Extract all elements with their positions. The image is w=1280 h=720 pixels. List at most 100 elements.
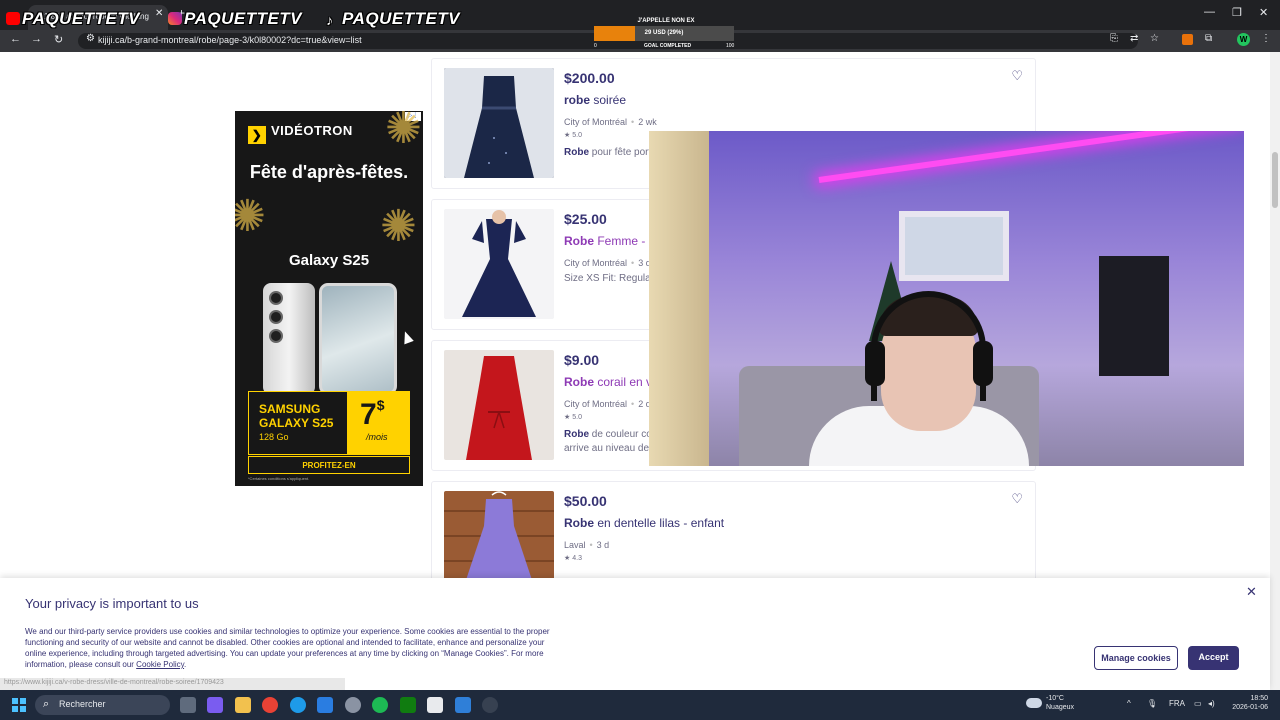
xbox-icon[interactable]: [400, 697, 416, 713]
extension-icon[interactable]: [1182, 34, 1193, 45]
chrome-icon[interactable]: [262, 697, 278, 713]
back-icon[interactable]: ←: [10, 33, 21, 45]
listing-desc-keyword: Robe: [564, 147, 589, 158]
close-icon[interactable]: ✕: [1246, 584, 1257, 600]
favorite-heart-icon[interactable]: ♡: [1011, 491, 1023, 507]
taskbar-search[interactable]: Rechercher: [35, 695, 170, 715]
ad-brand-text: VIDÉOTRON: [271, 123, 353, 138]
listing-price: $9.00: [564, 352, 600, 368]
cookie-policy-link[interactable]: Cookie Policy: [136, 660, 184, 669]
volume-icon[interactable]: ◂): [1208, 699, 1215, 708]
favorite-heart-icon[interactable]: ♡: [1011, 68, 1023, 84]
taskbar-clock[interactable]: 18:50 2026-01-06: [1226, 694, 1268, 712]
instagram-icon: [168, 12, 182, 25]
listing-rating: ★ 5.0: [564, 131, 582, 139]
extensions-puzzle-icon[interactable]: ⧉: [1205, 33, 1212, 44]
videotron-logo-icon: ❯: [248, 126, 266, 144]
settings-gear-icon[interactable]: [345, 697, 361, 713]
task-view-icon[interactable]: [180, 697, 196, 713]
profile-avatar[interactable]: W: [1237, 33, 1250, 46]
site-info-icon[interactable]: ⚙: [86, 33, 95, 44]
listing-thumbnail[interactable]: [444, 209, 554, 319]
ad-storage: 128 Go: [259, 432, 289, 442]
weather-widget[interactable]: -10°C Nuageux: [1046, 694, 1074, 712]
install-app-icon[interactable]: ⎘: [1110, 33, 1118, 44]
goal-max: 100: [726, 43, 735, 49]
weather-desc: Nuageux: [1046, 704, 1075, 711]
listing-title-rest: soirée: [590, 93, 627, 107]
page-scrollbar[interactable]: [1270, 52, 1280, 690]
firework-decoration: ✺: [235, 192, 266, 241]
instagram-handle: PAQUETTETV: [168, 9, 302, 29]
menu-kebab-icon[interactable]: ⋮: [1261, 33, 1271, 44]
ad-price-value: 7: [360, 398, 377, 431]
network-icon[interactable]: ▭: [1194, 699, 1202, 708]
listing-meta: City of Montréal • 2 d: [564, 399, 651, 409]
spotify-icon[interactable]: [372, 697, 388, 713]
file-explorer-icon[interactable]: [235, 697, 251, 713]
close-window-icon[interactable]: ✕: [1259, 6, 1268, 19]
listing-meta: Laval • 3 d: [564, 540, 610, 550]
search-icon: ⌕: [43, 698, 50, 710]
listing-age: 3 d: [596, 540, 610, 550]
listing-thumbnail[interactable]: [444, 68, 554, 178]
accept-button[interactable]: Accept: [1188, 646, 1239, 670]
listing-title[interactable]: Robe en dentelle lilas - enfant: [564, 516, 724, 530]
ad-offer-box: SAMSUNG GALAXY S25 128 Go 7$ /mois: [248, 391, 410, 455]
star-icon: ★: [564, 132, 571, 139]
phone-back-image: [263, 283, 315, 395]
minimize-icon[interactable]: —: [1204, 6, 1215, 18]
microphone-icon[interactable]: 🎙: [1147, 699, 1157, 708]
camera-lens: [269, 329, 283, 343]
phone-front-image: [319, 283, 397, 395]
ad-per-month: /mois: [366, 432, 388, 442]
tiktok-handle: ♪ PAQUETTETV: [326, 9, 460, 29]
ad-offer-line2: GALAXY S25: [259, 416, 334, 430]
tray-chevron-icon[interactable]: ^: [1127, 699, 1131, 708]
mail-icon[interactable]: [317, 697, 333, 713]
ad-cta-button[interactable]: PROFITEZ-EN: [248, 456, 410, 474]
scrollbar-thumb[interactable]: [1272, 152, 1278, 208]
television: [1099, 256, 1169, 376]
bookmark-star-icon[interactable]: ☆: [1150, 33, 1159, 44]
obs-icon[interactable]: [482, 697, 498, 713]
camera-lens: [269, 291, 283, 305]
store-icon[interactable]: [427, 697, 443, 713]
listing-location: Laval: [564, 540, 586, 550]
instagram-handle-text: PAQUETTETV: [184, 9, 303, 28]
status-bar-url: https://www.kijiji.ca/v-robe-dress/ville…: [0, 678, 345, 690]
listing-thumbnail[interactable]: [444, 350, 554, 460]
goal-min: 0: [594, 43, 597, 49]
listing-title[interactable]: Robe corail en vis: [564, 375, 661, 389]
webcam-overlay: [649, 131, 1244, 466]
red-dress-image: [444, 350, 554, 460]
listing-title[interactable]: robe soirée: [564, 93, 626, 107]
edge-icon[interactable]: [290, 697, 306, 713]
reload-icon[interactable]: ↻: [54, 33, 63, 46]
firework-decoration: ✺: [380, 202, 417, 251]
star-icon: ★: [564, 414, 571, 421]
language-indicator[interactable]: FRA: [1169, 699, 1185, 708]
youtube-handle-text: PAQUETTETV: [22, 9, 141, 28]
tab-close-icon[interactable]: ✕: [155, 8, 163, 19]
translate-icon[interactable]: ⇄: [1130, 33, 1138, 44]
listing-location: City of Montréal: [564, 399, 628, 409]
listing-desc-rest: pour fête port: [589, 147, 652, 158]
camera-lens: [269, 310, 283, 324]
cookie-body-text: We and our third-party service providers…: [25, 627, 550, 669]
clock-time: 18:50: [1250, 695, 1268, 702]
copilot-icon[interactable]: [207, 697, 223, 713]
listing-meta: City of Montréal • 2 wk: [564, 117, 657, 127]
listing-title-keyword: Robe: [564, 234, 594, 248]
maximize-icon[interactable]: ❐: [1232, 6, 1242, 19]
manage-cookies-button[interactable]: Manage cookies: [1094, 646, 1178, 670]
app-icon[interactable]: [455, 697, 471, 713]
listing-title-keyword: robe: [564, 93, 591, 107]
forward-icon[interactable]: →: [31, 33, 42, 45]
advertisement-banner[interactable]: ▷⋮ ✺ ✺ ✺ ❯ VIDÉOTRON Fête d'après-fêtes. …: [235, 111, 423, 486]
weather-temp: -10°C: [1046, 695, 1064, 702]
ad-offer-brand: SAMSUNG GALAXY S25 128 Go: [248, 391, 348, 455]
address-bar-url: kijiji.ca/b-grand-montreal/robe/page-3/k…: [98, 35, 362, 45]
windows-start-icon[interactable]: [12, 698, 26, 712]
tiktok-handle-text: PAQUETTETV: [342, 9, 461, 28]
